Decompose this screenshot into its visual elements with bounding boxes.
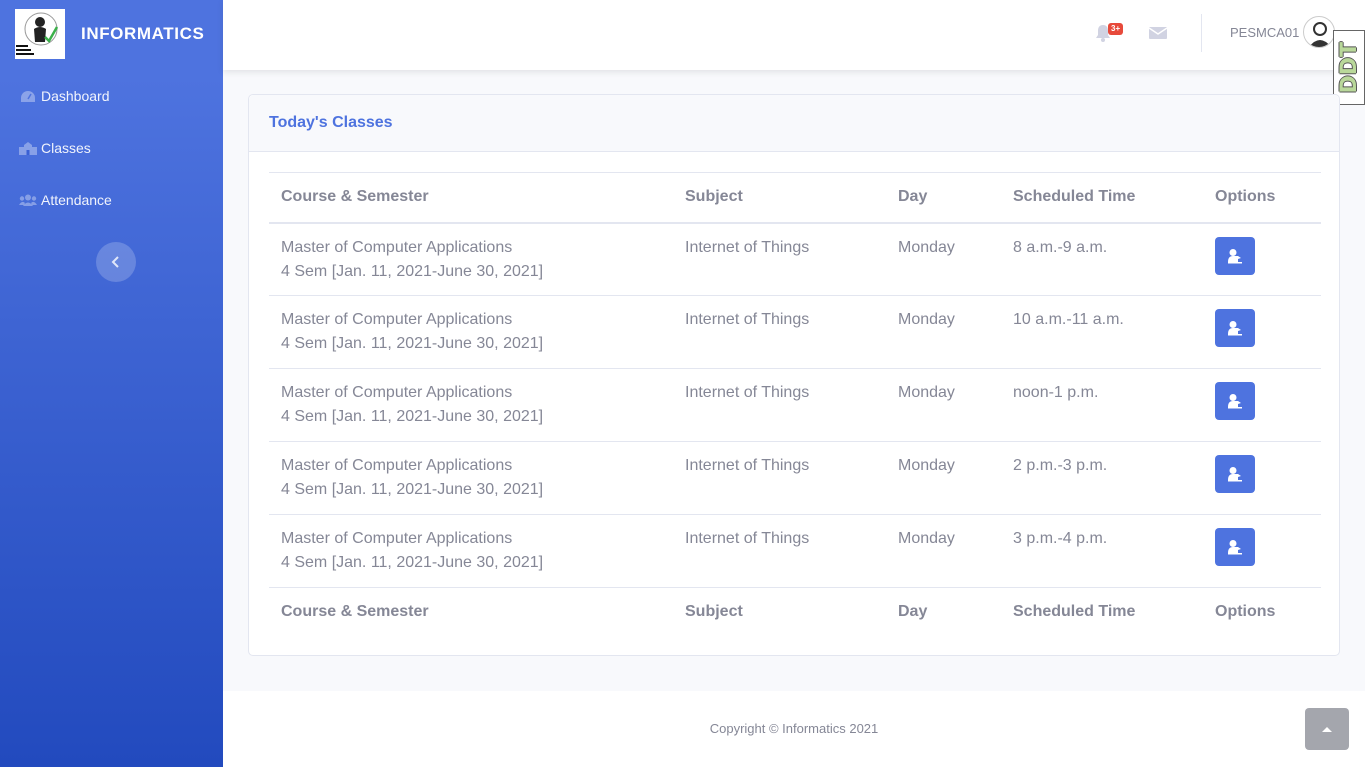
school-icon	[19, 141, 37, 155]
table-row: Master of Computer Applications 4 Sem [Ja…	[269, 223, 1321, 296]
topbar: 3+ PESMCA01	[223, 0, 1365, 70]
time-cell: 8 a.m.-9 a.m.	[1013, 238, 1108, 256]
column-footer: Day	[886, 587, 1001, 636]
course-name: Master of Computer Applications	[281, 238, 513, 256]
sidebar: INFORMATICS Dashboard Classes Attendance	[0, 0, 223, 767]
table-row: Master of Computer Applications 4 Sem [Ja…	[269, 295, 1321, 369]
todays-classes-card: Today's Classes Course & Semester Subjec…	[248, 94, 1340, 656]
sidebar-item-classes[interactable]: Classes	[19, 140, 91, 156]
subject-cell: Internet of Things	[673, 295, 886, 369]
semester-text: 4 Sem [Jan. 11, 2021-June 30, 2021]	[281, 335, 544, 352]
course-semester-cell: Master of Computer Applications 4 Sem [Ja…	[269, 514, 673, 588]
column-footer: Course & Semester	[269, 587, 673, 636]
chalkboard-teacher-icon	[1228, 394, 1242, 409]
take-attendance-button[interactable]	[1215, 309, 1255, 347]
column-footer: Options	[1203, 587, 1321, 636]
subject-cell: Internet of Things	[685, 238, 810, 256]
chevron-left-icon	[111, 256, 119, 268]
take-attendance-button[interactable]	[1215, 455, 1255, 493]
table-header-row: Course & Semester Subject Day Scheduled …	[269, 172, 1321, 224]
day-cell: Monday	[886, 368, 1001, 442]
sidebar-item-label: Classes	[41, 140, 91, 156]
brand-logo	[15, 9, 65, 59]
user-avatar[interactable]	[1303, 16, 1335, 48]
course-name: Master of Computer Applications	[281, 384, 513, 401]
column-footer: Scheduled Time	[1001, 587, 1203, 636]
options-cell	[1203, 514, 1321, 588]
options-cell	[1203, 223, 1321, 296]
envelope-icon[interactable]	[1148, 26, 1168, 40]
course-semester-cell: Master of Computer Applications 4 Sem [Ja…	[269, 295, 673, 369]
time-cell: 3 p.m.-4 p.m.	[1001, 514, 1203, 588]
brand-name: INFORMATICS	[81, 24, 205, 43]
take-attendance-button[interactable]	[1215, 382, 1255, 420]
options-cell	[1203, 441, 1321, 515]
course-name: Master of Computer Applications	[281, 457, 513, 474]
side-tab-text: DDT	[1336, 41, 1362, 94]
course-semester-cell: Master of Computer Applications 4 Sem [Ja…	[269, 441, 673, 515]
column-header: Scheduled Time	[1001, 172, 1203, 224]
day-cell: Monday	[886, 441, 1001, 515]
time-cell: noon-1 p.m.	[1001, 368, 1203, 442]
side-tab[interactable]: DDT	[1333, 30, 1365, 105]
day-cell: Monday	[886, 295, 1001, 369]
semester-text: 4 Sem [Jan. 11, 2021-June 30, 2021]	[281, 408, 544, 425]
footer: Copyright © Informatics 2021	[223, 691, 1365, 767]
column-footer: Subject	[673, 587, 886, 636]
sidebar-toggle-button[interactable]	[96, 242, 136, 282]
tachometer-icon	[19, 89, 37, 103]
chevron-up-icon	[1322, 727, 1332, 732]
sidebar-item-label: Dashboard	[41, 88, 110, 104]
scroll-to-top-button[interactable]	[1305, 708, 1349, 750]
table-row: Master of Computer Applications 4 Sem [Ja…	[269, 368, 1321, 442]
classes-table: Course & Semester Subject Day Scheduled …	[269, 172, 1321, 636]
options-cell	[1203, 295, 1321, 369]
brand[interactable]: INFORMATICS	[15, 9, 204, 59]
course-name: Master of Computer Applications	[281, 311, 513, 328]
user-name[interactable]: PESMCA01	[1230, 25, 1299, 40]
card-header	[249, 95, 1339, 152]
time-cell: 10 a.m.-11 a.m.	[1001, 295, 1203, 369]
take-attendance-button[interactable]	[1215, 528, 1255, 566]
chalkboard-teacher-icon	[1228, 540, 1242, 555]
day-cell: Monday	[898, 238, 955, 256]
course-semester-cell: Master of Computer Applications 4 Sem [Ja…	[269, 368, 673, 442]
sidebar-item-dashboard[interactable]: Dashboard	[19, 88, 110, 104]
table-row: Master of Computer Applications 4 Sem [Ja…	[269, 441, 1321, 515]
topbar-divider	[1201, 14, 1202, 52]
subject-cell: Internet of Things	[673, 514, 886, 588]
table-footer-row: Course & Semester Subject Day Scheduled …	[269, 587, 1321, 636]
course-name: Master of Computer Applications	[281, 530, 513, 547]
semester-text: 4 Sem [Jan. 11, 2021-June 30, 2021]	[281, 554, 544, 571]
semester-text: 4 Sem [Jan. 11, 2021-June 30, 2021]	[281, 262, 544, 280]
card-title: Today's Classes	[269, 114, 393, 131]
subject-cell: Internet of Things	[673, 441, 886, 515]
sidebar-item-attendance[interactable]: Attendance	[19, 192, 112, 208]
sidebar-item-label: Attendance	[41, 192, 112, 208]
table-row: Master of Computer Applications 4 Sem [Ja…	[269, 514, 1321, 588]
subject-cell: Internet of Things	[673, 368, 886, 442]
column-header: Day	[886, 172, 1001, 224]
users-icon	[19, 193, 37, 207]
alerts-badge: 3+	[1108, 23, 1124, 35]
chalkboard-teacher-icon	[1228, 321, 1242, 336]
take-attendance-button[interactable]	[1215, 236, 1255, 275]
chalkboard-teacher-icon	[1228, 467, 1242, 482]
options-cell	[1203, 368, 1321, 442]
time-cell: 2 p.m.-3 p.m.	[1001, 441, 1203, 515]
column-header: Course & Semester	[269, 172, 673, 224]
chalkboard-teacher-icon	[1228, 248, 1242, 263]
course-semester-cell: Master of Computer Applications 4 Sem [Ja…	[269, 223, 673, 296]
column-header: Subject	[673, 172, 886, 224]
column-header: Options	[1203, 172, 1321, 224]
day-cell: Monday	[886, 514, 1001, 588]
semester-text: 4 Sem [Jan. 11, 2021-June 30, 2021]	[281, 481, 544, 498]
copyright-text: Copyright © Informatics 2021	[709, 721, 879, 736]
